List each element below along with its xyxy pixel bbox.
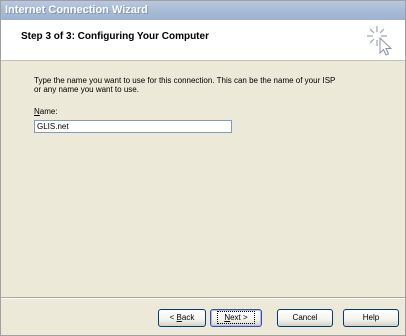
instruction-text: Type the name you want to use for this c… <box>34 76 364 94</box>
next-button[interactable]: Next > <box>210 309 262 327</box>
wizard-header: Step 3 of 3: Configuring Your Computer <box>1 20 405 61</box>
help-button[interactable]: Help <box>343 309 399 327</box>
back-button[interactable]: < Back <box>158 309 206 327</box>
footer-divider <box>1 297 405 299</box>
cancel-button[interactable]: Cancel <box>277 309 333 327</box>
back-button-label: ack <box>181 313 195 322</box>
next-button-label: ext > <box>230 313 248 322</box>
title-bar[interactable]: Internet Connection Wizard <box>1 1 405 20</box>
name-label-text: ame: <box>39 107 58 116</box>
window-title: Internet Connection Wizard <box>5 4 148 16</box>
wizard-window: Internet Connection Wizard Step 3 of 3: … <box>0 0 406 336</box>
next-button-focus-ring: Next > <box>217 311 255 324</box>
name-label: Name: <box>34 107 58 116</box>
connection-name-input[interactable] <box>34 120 232 133</box>
wizard-cursor-icon <box>365 24 397 56</box>
instruction-line-2: or any name you want to use. <box>34 85 139 94</box>
back-button-prefix: < <box>169 313 177 322</box>
instruction-line-1: Type the name you want to use for this c… <box>34 76 336 85</box>
step-title: Step 3 of 3: Configuring Your Computer <box>21 31 209 42</box>
